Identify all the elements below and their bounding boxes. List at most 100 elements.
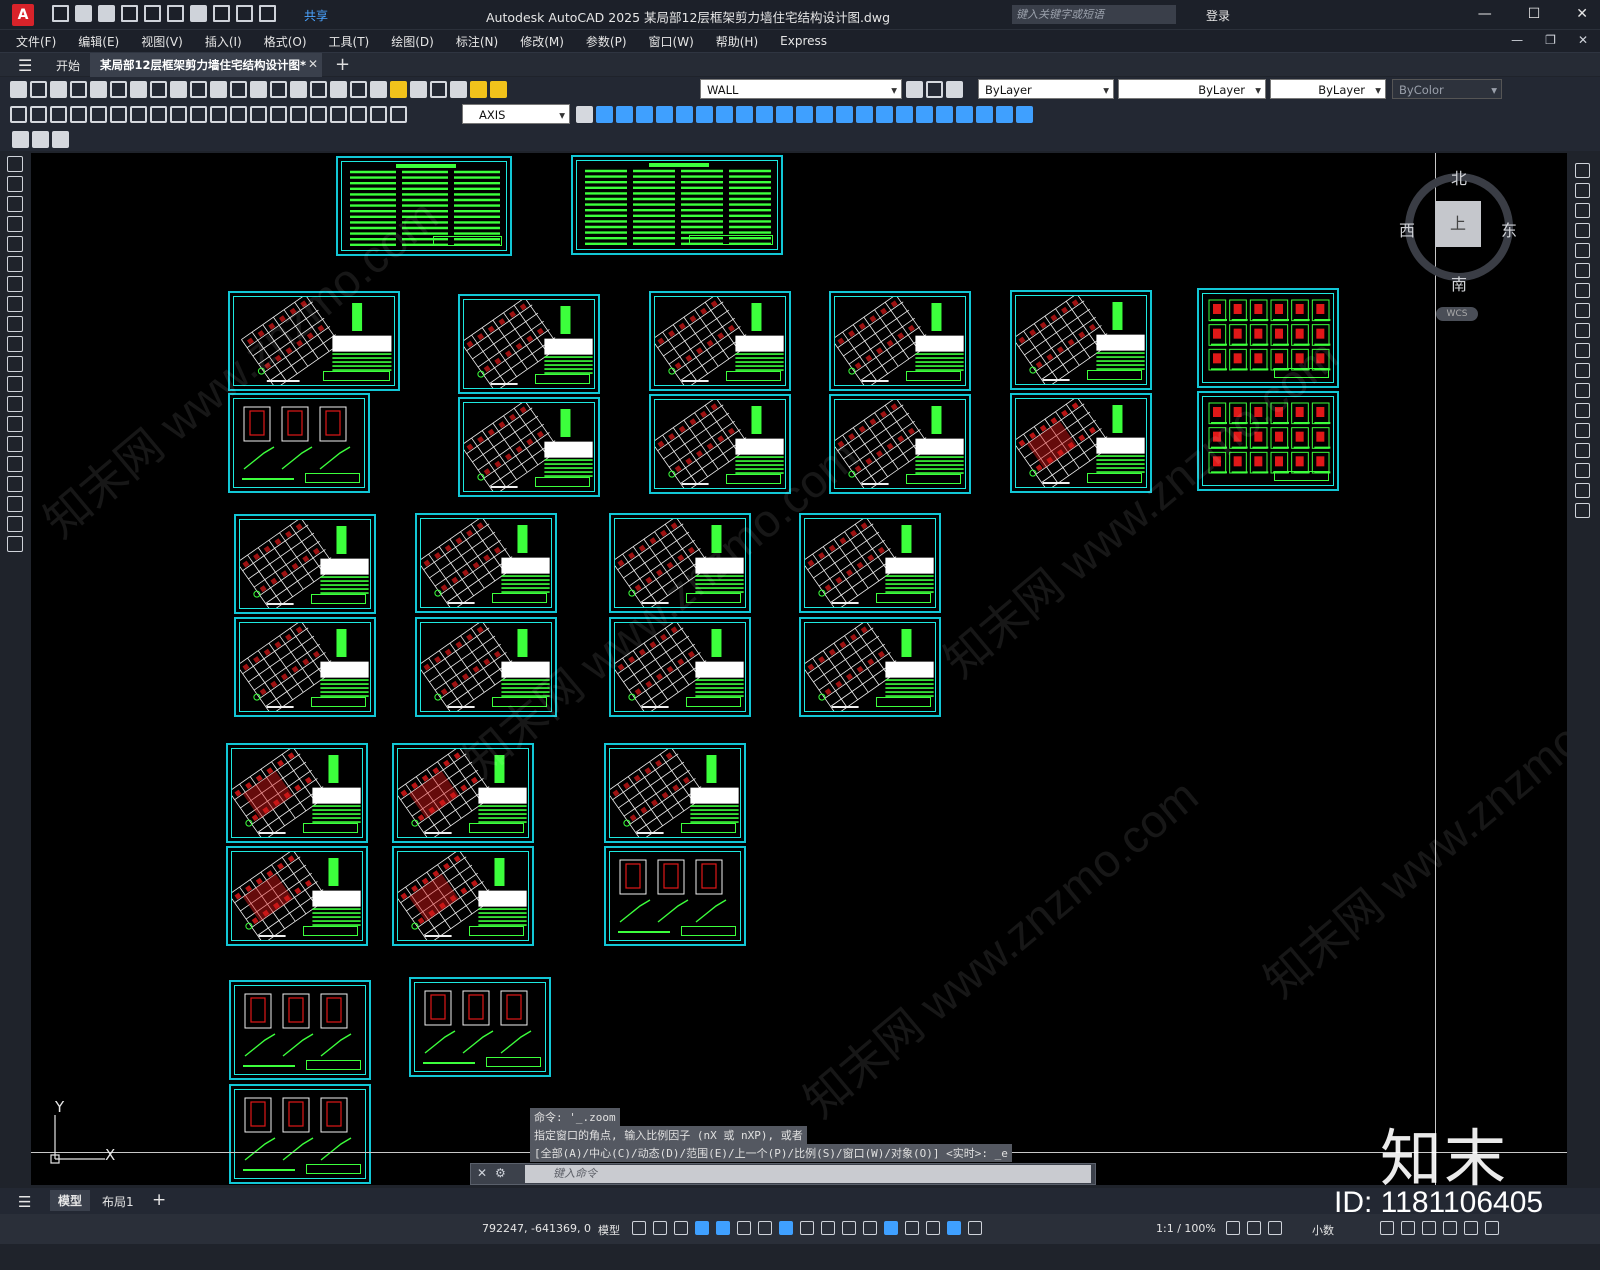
drawing-sheet[interactable] bbox=[234, 617, 376, 717]
fillet-icon[interactable] bbox=[876, 106, 893, 123]
copy-icon[interactable] bbox=[1575, 183, 1590, 198]
ortho-icon[interactable] bbox=[695, 1221, 709, 1235]
move-icon[interactable] bbox=[696, 106, 713, 123]
make-current-icon[interactable] bbox=[906, 81, 923, 98]
tool-palettes-icon[interactable] bbox=[370, 81, 387, 98]
circle-icon[interactable] bbox=[7, 276, 23, 292]
extend-icon[interactable] bbox=[796, 106, 813, 123]
annotation-visibility-icon[interactable] bbox=[947, 1221, 961, 1235]
pan-icon[interactable] bbox=[250, 81, 267, 98]
dim-style-icon[interactable] bbox=[576, 106, 593, 123]
new-file-icon[interactable] bbox=[52, 5, 69, 22]
open-icon[interactable] bbox=[30, 81, 47, 98]
maximize-icon[interactable]: ☐ bbox=[1528, 6, 1541, 22]
selection-filter-icon[interactable] bbox=[905, 1221, 919, 1235]
erase-icon[interactable] bbox=[596, 106, 613, 123]
add-layout-icon[interactable]: + bbox=[152, 1190, 166, 1210]
drawing-sheet[interactable] bbox=[649, 291, 791, 391]
jogged-icon[interactable] bbox=[110, 106, 127, 123]
redo-icon[interactable] bbox=[236, 5, 253, 22]
inspection-icon[interactable] bbox=[310, 106, 327, 123]
mirror-icon[interactable] bbox=[636, 106, 653, 123]
move-icon[interactable] bbox=[1575, 263, 1590, 278]
chamfer-icon[interactable] bbox=[856, 106, 873, 123]
layer-freeze-icon[interactable] bbox=[490, 81, 507, 98]
draworder-icon[interactable] bbox=[976, 106, 993, 123]
new-tab-icon[interactable]: + bbox=[335, 54, 350, 75]
quick-properties-icon[interactable] bbox=[1380, 1221, 1394, 1235]
menu-modify[interactable]: 修改(M) bbox=[520, 33, 564, 50]
units-icon[interactable] bbox=[1268, 1221, 1282, 1235]
diameter-icon[interactable] bbox=[130, 106, 147, 123]
menu-tools[interactable]: 工具(T) bbox=[329, 33, 370, 50]
drawing-sheet[interactable] bbox=[226, 743, 368, 843]
drawing-sheet[interactable] bbox=[409, 977, 551, 1077]
table-icon[interactable] bbox=[7, 496, 23, 512]
wcs-menu[interactable]: WCS bbox=[1436, 307, 1478, 321]
explode-icon[interactable] bbox=[896, 106, 913, 123]
ordinate-icon[interactable] bbox=[70, 106, 87, 123]
save-icon[interactable] bbox=[98, 5, 115, 22]
menu-file[interactable]: 文件(F) bbox=[16, 33, 56, 50]
point-icon[interactable] bbox=[7, 416, 23, 432]
drawing-sheet[interactable] bbox=[799, 617, 941, 717]
minimize-icon[interactable]: — bbox=[1478, 6, 1492, 22]
break-at-point-icon[interactable] bbox=[1575, 383, 1590, 398]
quick-dim-icon[interactable] bbox=[170, 106, 187, 123]
publish-icon[interactable] bbox=[110, 81, 127, 98]
menu-insert[interactable]: 插入(I) bbox=[205, 33, 242, 50]
3d-osnap-icon[interactable] bbox=[863, 1221, 877, 1235]
drawing-sheet[interactable] bbox=[1010, 290, 1152, 390]
spline-icon[interactable] bbox=[7, 316, 23, 332]
osnap-icon[interactable] bbox=[779, 1221, 793, 1235]
redo-icon[interactable] bbox=[230, 81, 247, 98]
properties-icon[interactable] bbox=[330, 81, 347, 98]
auto-scale-icon[interactable] bbox=[968, 1221, 982, 1235]
break-icon[interactable] bbox=[816, 106, 833, 123]
explode-icon[interactable] bbox=[1575, 503, 1590, 518]
menu-edit[interactable]: 编辑(E) bbox=[78, 33, 119, 50]
zoom-previous-icon[interactable] bbox=[310, 81, 327, 98]
linear-dim-icon[interactable] bbox=[10, 106, 27, 123]
command-customize-icon[interactable]: ⚙ bbox=[495, 1166, 506, 1180]
layer-on-icon[interactable] bbox=[470, 81, 487, 98]
array-icon[interactable] bbox=[676, 106, 693, 123]
dynamic-ucs-icon[interactable] bbox=[884, 1221, 898, 1235]
tab-model[interactable]: 模型 bbox=[50, 1190, 91, 1211]
help-icon[interactable] bbox=[430, 81, 447, 98]
erase-icon[interactable] bbox=[1575, 163, 1590, 178]
aligned-dim-icon[interactable] bbox=[30, 106, 47, 123]
annotation-monitor-icon[interactable] bbox=[1247, 1221, 1261, 1235]
trim-icon[interactable] bbox=[776, 106, 793, 123]
arc-length-icon[interactable] bbox=[50, 106, 67, 123]
command-input[interactable]: 键入命令 bbox=[525, 1165, 1091, 1183]
model-space-toggle[interactable]: 模型 bbox=[598, 1222, 620, 1238]
chamfer-icon[interactable] bbox=[1575, 443, 1590, 458]
drawing-sheet[interactable] bbox=[604, 743, 746, 843]
layer-previous-icon[interactable] bbox=[926, 81, 943, 98]
dim-space-icon[interactable] bbox=[230, 106, 247, 123]
paste-icon[interactable] bbox=[170, 81, 187, 98]
login-button[interactable]: 登录 bbox=[1206, 7, 1230, 24]
annotation-scale[interactable]: 1:1 / 100% bbox=[1156, 1222, 1216, 1235]
tab-layout1[interactable]: 布局1 bbox=[102, 1193, 134, 1210]
arc-icon[interactable] bbox=[7, 256, 23, 272]
write-block-icon[interactable] bbox=[52, 131, 69, 148]
break-icon[interactable] bbox=[1575, 403, 1590, 418]
mirror-icon[interactable] bbox=[1575, 203, 1590, 218]
drawing-sheet[interactable] bbox=[458, 294, 600, 394]
make-block-icon[interactable] bbox=[7, 396, 23, 412]
group-icon[interactable] bbox=[996, 106, 1013, 123]
snap-icon[interactable] bbox=[653, 1221, 667, 1235]
menu-parametric[interactable]: 参数(P) bbox=[586, 33, 627, 50]
plot-icon[interactable] bbox=[190, 5, 207, 22]
drawing-sheet[interactable] bbox=[799, 513, 941, 613]
mtext-icon[interactable] bbox=[7, 516, 23, 532]
extend-icon[interactable] bbox=[1575, 363, 1590, 378]
zoom-window-icon[interactable] bbox=[290, 81, 307, 98]
polar-icon[interactable] bbox=[716, 1221, 730, 1235]
drawing-sheet[interactable] bbox=[571, 155, 783, 255]
graphics-performance-icon[interactable] bbox=[1443, 1221, 1457, 1235]
stretch-icon[interactable] bbox=[1575, 323, 1590, 338]
open-from-web-icon[interactable] bbox=[144, 5, 161, 22]
